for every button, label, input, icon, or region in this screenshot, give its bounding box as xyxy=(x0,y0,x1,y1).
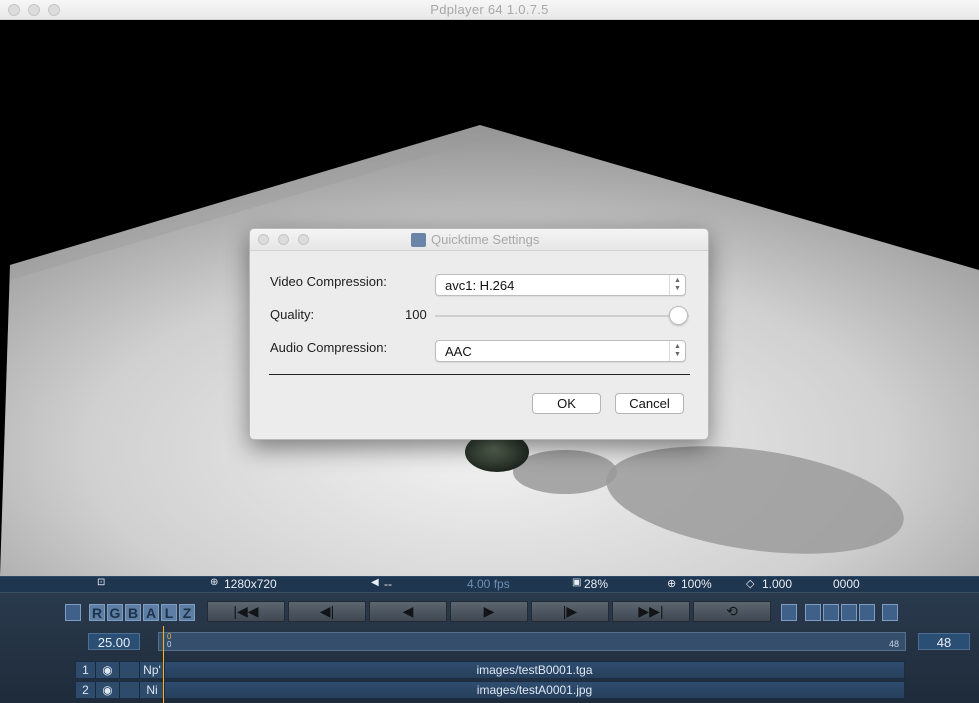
quicktime-settings-dialog: Quicktime Settings Video Compression: av… xyxy=(249,228,709,440)
fps-field[interactable]: 25.00 xyxy=(88,633,140,650)
timeline-end-label: 48 xyxy=(888,639,899,649)
channel-z-button[interactable]: Z xyxy=(179,604,195,621)
timeline-start-frame: 0 xyxy=(167,640,172,649)
channel-g-button[interactable]: G xyxy=(107,604,123,621)
channel-r-button[interactable]: R xyxy=(89,604,105,621)
layer-row[interactable]: 2 ◉ Ni images/testA0001.jpg xyxy=(75,681,905,699)
image-viewport[interactable]: Quicktime Settings Video Compression: av… xyxy=(0,20,979,576)
layer-index: 1 xyxy=(76,662,96,678)
zoom-value: 100% xyxy=(681,577,712,591)
layer-file-name: images/testB0001.tga xyxy=(165,662,904,678)
frame-value: 0000 xyxy=(833,577,860,591)
cache-value: 28% xyxy=(584,577,609,591)
volume-icon[interactable]: ◀ xyxy=(371,577,379,588)
resolution-icon: ⊕ xyxy=(210,577,219,588)
dialog-close-button[interactable] xyxy=(258,234,269,245)
channel-b-button[interactable]: B xyxy=(125,604,141,621)
eye-icon[interactable]: ◉ xyxy=(96,682,120,698)
quality-slider-track[interactable] xyxy=(435,315,689,317)
volume-value: -- xyxy=(384,577,392,591)
layer-mode: Ni xyxy=(140,682,165,698)
video-compression-select[interactable]: avc1: H.264 ▲ ▼ xyxy=(435,274,686,296)
layer-row[interactable]: 1 ◉ Np' images/testB0001.tga xyxy=(75,661,905,679)
dialog-titlebar: Quicktime Settings xyxy=(250,229,708,251)
gradient-icon[interactable] xyxy=(859,604,875,621)
video-compression-label: Video Compression: xyxy=(270,274,387,289)
dialog-zoom-button[interactable] xyxy=(298,234,309,245)
aspect-value: 1.000 xyxy=(762,577,793,591)
layer-lock-cell[interactable] xyxy=(120,682,140,698)
dialog-separator xyxy=(269,374,690,375)
step-back-button[interactable]: ◀| xyxy=(288,601,366,622)
checker-icon[interactable] xyxy=(841,604,857,621)
grid-icon[interactable] xyxy=(823,604,839,621)
quicktime-icon xyxy=(411,233,426,247)
info-icon[interactable]: ⊡ xyxy=(97,577,105,588)
list-view-icon[interactable] xyxy=(781,604,797,621)
cache-icon: ▣ xyxy=(572,577,582,588)
playhead[interactable] xyxy=(163,626,164,703)
layer-file-name: images/testA0001.jpg xyxy=(165,682,904,698)
audio-compression-label: Audio Compression: xyxy=(270,340,388,355)
fps-readout: 4.00 fps xyxy=(467,577,510,591)
dialog-title: Quicktime Settings xyxy=(431,232,540,247)
ok-button[interactable]: OK xyxy=(532,393,601,414)
quality-label: Quality: xyxy=(270,307,315,322)
cancel-button[interactable]: Cancel xyxy=(615,393,684,414)
timeline-track[interactable]: 0 0 48 xyxy=(158,632,906,651)
channel-l-button[interactable]: L xyxy=(161,604,177,621)
compare-split-icon[interactable] xyxy=(65,604,81,621)
audio-compression-select[interactable]: AAC ▲ ▼ xyxy=(435,340,686,362)
channel-a-button[interactable]: A xyxy=(143,604,159,621)
layer-mode: Np' xyxy=(140,662,165,678)
video-compression-value: avc1: H.264 xyxy=(445,278,515,293)
dialog-minimize-button[interactable] xyxy=(278,234,289,245)
chevron-updown-icon: ▲ ▼ xyxy=(669,341,685,361)
window-title: Pdplayer 64 1.0.7.5 xyxy=(430,2,549,17)
resolution-value: 1280x720 xyxy=(224,577,277,591)
step-forward-button[interactable]: |▶ xyxy=(531,601,609,622)
layout-icon[interactable] xyxy=(882,604,898,621)
end-frame-field[interactable]: 48 xyxy=(918,633,970,650)
aspect-icon[interactable]: ◇ xyxy=(746,577,754,590)
eye-icon[interactable]: ◉ xyxy=(96,662,120,678)
layer-index: 2 xyxy=(76,682,96,698)
layer-lock-cell[interactable] xyxy=(120,662,140,678)
zoom-icon[interactable]: ⊕ xyxy=(667,577,676,590)
play-forward-button[interactable]: ▶ xyxy=(450,601,528,622)
safe-frame-icon[interactable] xyxy=(805,604,821,621)
go-to-end-button[interactable]: ▶▶| xyxy=(612,601,690,622)
quality-slider-knob[interactable] xyxy=(669,306,688,325)
playback-controls: R G B A L Z |◀◀ ◀| ◀ ▶ |▶ ▶▶| ⟲ 25.00 0 … xyxy=(0,592,979,703)
audio-compression-value: AAC xyxy=(445,344,472,359)
status-info-bar: ⊡ ⊕ 1280x720 ◀ -- 4.00 fps ▣ 28% ⊕ 100% … xyxy=(0,576,979,592)
go-to-start-button[interactable]: |◀◀ xyxy=(207,601,285,622)
loop-icon[interactable]: ⟲ xyxy=(693,601,771,622)
chevron-updown-icon: ▲ ▼ xyxy=(669,275,685,295)
window-titlebar: Pdplayer 64 1.0.7.5 xyxy=(0,0,979,20)
quality-value: 100 xyxy=(405,307,427,322)
play-backward-button[interactable]: ◀ xyxy=(369,601,447,622)
